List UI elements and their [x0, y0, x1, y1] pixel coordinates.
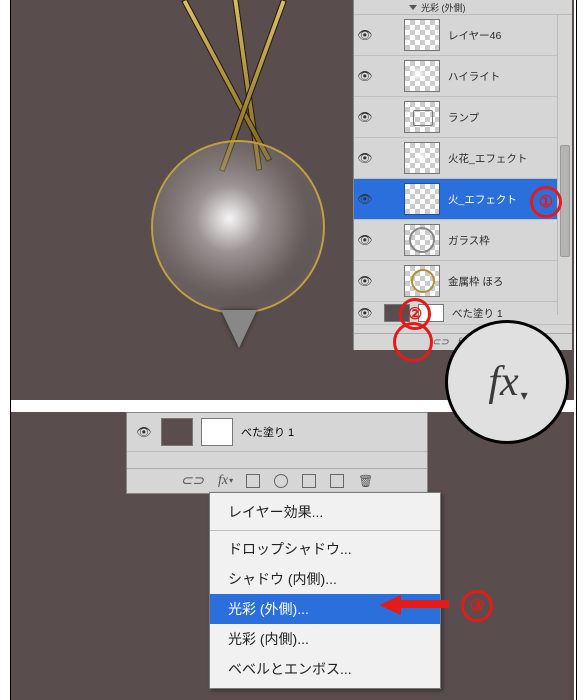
menu-item-layer-effects[interactable]: レイヤー効果...	[210, 497, 440, 527]
menu-item-bevel-emboss[interactable]: ベベルとエンボス...	[210, 654, 440, 684]
layer-name: ランプ	[448, 110, 479, 125]
annotation-2: ②	[399, 298, 431, 330]
menu-item-inner-shadow[interactable]: シャドウ (内側)...	[210, 564, 440, 594]
layer-name: 火_エフェクト	[448, 192, 517, 207]
group-button[interactable]	[302, 474, 316, 488]
layer-mask-thumb[interactable]	[201, 418, 233, 446]
visibility-icon[interactable]: 👁	[354, 306, 376, 320]
layer-name: 火花_エフェクト	[448, 151, 527, 166]
fx-menu[interactable]: レイヤー効果... ドロップシャドウ... シャドウ (内側)... 光彩 (外…	[209, 492, 441, 689]
annotation-3-label: ③	[470, 596, 484, 616]
mask-button[interactable]	[246, 474, 260, 488]
effect-header-row[interactable]: 光彩 (外側)	[354, 0, 572, 15]
layer-row[interactable]: 👁 ハイライト	[354, 56, 572, 97]
fx-zoom-callout: fx▾	[445, 320, 569, 444]
adjustment-layer-button[interactable]	[274, 474, 288, 488]
canvas-bottom: 👁 べた塗り 1 ⊂⊃ fx 🗑 レイヤー効果... ドロップシャドウ... シ…	[11, 412, 574, 700]
visibility-icon[interactable]: 👁	[354, 69, 376, 83]
layers-panel-footer: ⊂⊃ fx 🗑	[127, 468, 427, 493]
effect-header-label: 光彩 (外側)	[421, 1, 466, 14]
layer-row[interactable]: 👁 ガラス枠	[354, 220, 572, 261]
layer-thumbnail[interactable]	[404, 142, 440, 174]
menu-separator	[210, 530, 440, 531]
annotation-1: ①	[530, 186, 562, 218]
fill-color-thumb[interactable]	[161, 418, 193, 446]
visibility-icon[interactable]: 👁	[135, 425, 153, 439]
layer-row[interactable]: 👁 火花_エフェクト	[354, 138, 572, 179]
layers-panel[interactable]: 光彩 (外側) 👁 レイヤー46 👁 ハイライト 👁 ランプ	[353, 0, 572, 350]
layer-thumbnail[interactable]	[404, 60, 440, 92]
visibility-icon[interactable]: 👁	[354, 110, 376, 124]
annotation-2-label: ②	[408, 304, 422, 324]
fx-zoom-label: fx	[488, 358, 518, 406]
layers-list[interactable]: 👁 レイヤー46 👁 ハイライト 👁 ランプ 👁	[354, 15, 572, 335]
collapse-icon[interactable]	[409, 5, 417, 10]
delete-layer-button[interactable]: 🗑	[358, 474, 373, 489]
layer-thumbnail[interactable]	[404, 19, 440, 51]
layer-row[interactable]: 👁 金属枠 ほろ	[354, 261, 572, 302]
fx-button[interactable]: fx	[218, 473, 232, 489]
visibility-icon[interactable]: 👁	[354, 151, 376, 165]
layer-name: ハイライト	[448, 69, 500, 84]
layer-name: べた塗り 1	[241, 424, 294, 440]
layers-panel-bottom[interactable]: 👁 べた塗り 1 ⊂⊃ fx 🗑	[126, 412, 428, 494]
layer-thumbnail[interactable]	[404, 224, 440, 256]
visibility-icon[interactable]: 👁	[354, 274, 376, 288]
new-layer-button[interactable]	[330, 474, 344, 488]
link-layers-icon[interactable]: ⊂⊃	[432, 337, 446, 348]
layer-row-fill[interactable]: 👁 べた塗り 1	[354, 302, 572, 325]
layer-thumbnail[interactable]	[404, 101, 440, 133]
layer-name: ガラス枠	[448, 233, 490, 248]
artwork-lantern	[71, 0, 351, 380]
visibility-icon[interactable]: 👁	[354, 28, 376, 42]
layer-thumbnail[interactable]	[404, 265, 440, 297]
layer-name: レイヤー46	[448, 28, 501, 43]
link-layers-icon[interactable]: ⊂⊃	[181, 473, 204, 490]
layer-row-fill[interactable]: 👁 べた塗り 1	[127, 413, 427, 452]
visibility-icon[interactable]: 👁	[354, 233, 376, 247]
visibility-icon[interactable]: 👁	[354, 192, 376, 206]
layer-row[interactable]: 👁 レイヤー46	[354, 15, 572, 56]
layers-scrollbar[interactable]	[557, 15, 572, 315]
annotation-1-label: ①	[539, 192, 553, 212]
layer-name: べた塗り 1	[452, 306, 503, 321]
menu-item-drop-shadow[interactable]: ドロップシャドウ...	[210, 534, 440, 564]
layer-name: 金属枠 ほろ	[448, 274, 503, 289]
layer-row[interactable]: 👁 ランプ	[354, 97, 572, 138]
annotation-3: ③	[461, 590, 493, 622]
menu-item-inner-glow[interactable]: 光彩 (内側)...	[210, 624, 440, 654]
menu-item-outer-glow[interactable]: 光彩 (外側)...	[210, 594, 440, 624]
layer-thumbnail[interactable]	[404, 183, 440, 215]
